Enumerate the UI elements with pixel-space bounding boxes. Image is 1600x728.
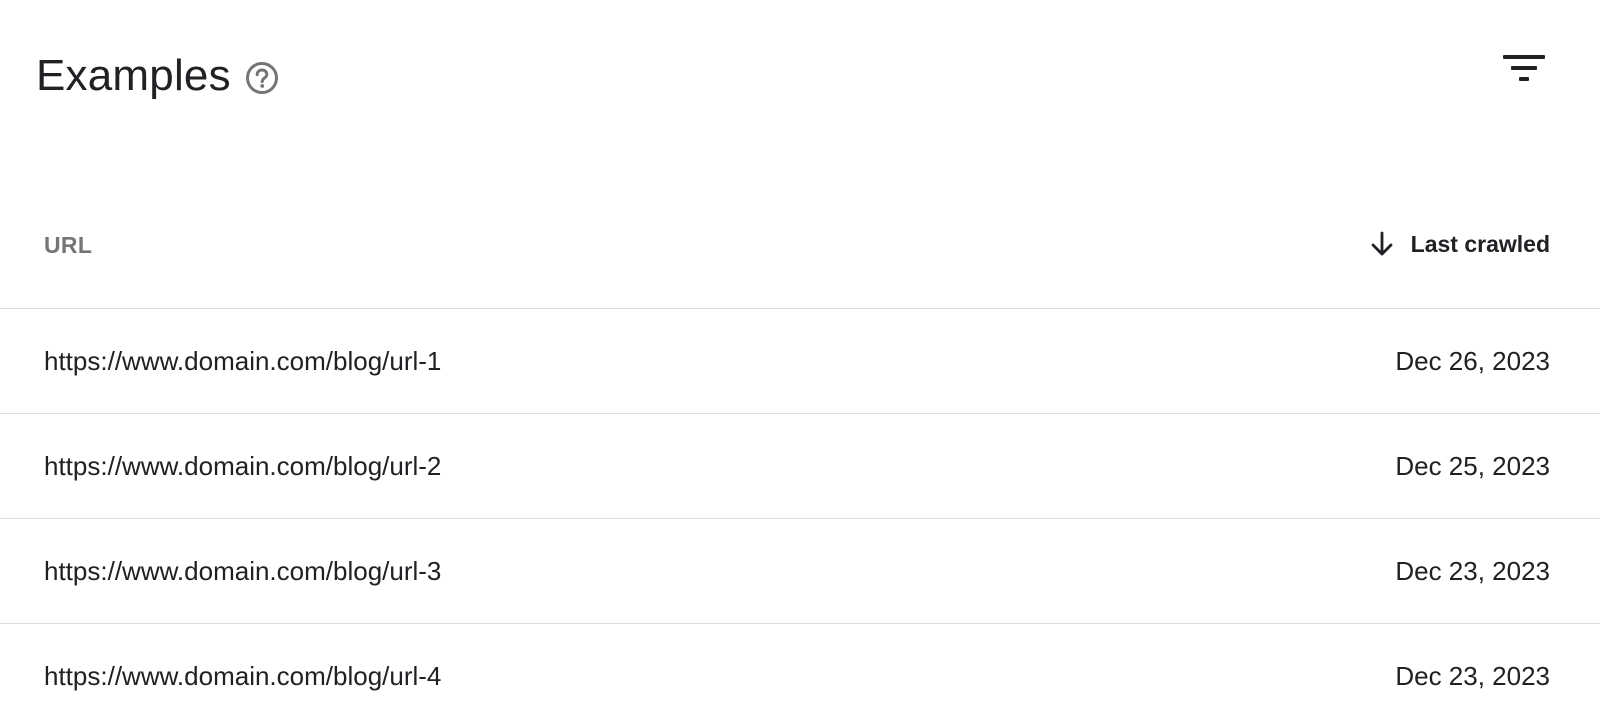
- arrow-down-icon: [1371, 231, 1393, 256]
- table-row[interactable]: https://www.domain.com/blog/url-3 Dec 23…: [0, 519, 1600, 624]
- page-title: Examples: [36, 51, 231, 100]
- table-row[interactable]: https://www.domain.com/blog/url-1 Dec 26…: [0, 309, 1600, 414]
- column-header-last-crawled[interactable]: Last crawled: [1367, 226, 1550, 262]
- help-icon[interactable]: [244, 60, 280, 96]
- url-cell[interactable]: https://www.domain.com/blog/url-3: [44, 554, 441, 588]
- examples-header: Examples: [0, 0, 1600, 150]
- last-crawled-cell: Dec 23, 2023: [1395, 556, 1550, 586]
- url-cell[interactable]: https://www.domain.com/blog/url-4: [44, 659, 441, 693]
- last-crawled-cell: Dec 25, 2023: [1395, 451, 1550, 481]
- examples-table: URL Last crawled https://www.domain.com/…: [0, 190, 1600, 728]
- url-cell[interactable]: https://www.domain.com/blog/url-1: [44, 344, 441, 378]
- column-header-last-crawled-label: Last crawled: [1410, 231, 1550, 257]
- filter-icon[interactable]: [1500, 50, 1548, 90]
- last-crawled-cell: Dec 23, 2023: [1395, 661, 1550, 691]
- table-row[interactable]: https://www.domain.com/blog/url-4 Dec 23…: [0, 624, 1600, 728]
- last-crawled-cell: Dec 26, 2023: [1395, 346, 1550, 376]
- column-header-url[interactable]: URL: [44, 230, 92, 260]
- url-cell[interactable]: https://www.domain.com/blog/url-2: [44, 449, 441, 483]
- table-header: URL Last crawled: [0, 190, 1600, 309]
- table-row[interactable]: https://www.domain.com/blog/url-2 Dec 25…: [0, 414, 1600, 519]
